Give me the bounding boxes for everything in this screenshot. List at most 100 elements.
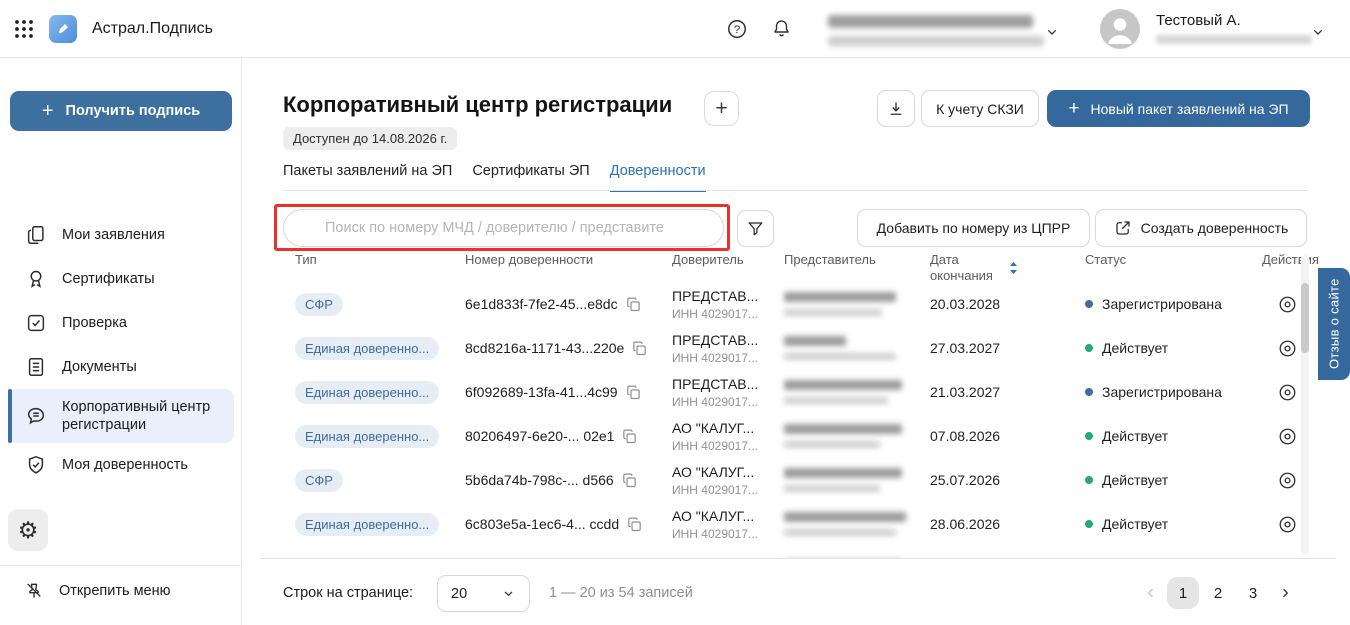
representative-inn-redacted bbox=[784, 397, 888, 404]
principal-name: АО "КАЛУГ... bbox=[672, 464, 784, 480]
documents-copy-icon bbox=[25, 224, 47, 246]
add-center-button[interactable]: + bbox=[704, 91, 739, 126]
status-dot bbox=[1085, 300, 1093, 308]
user-email-redacted bbox=[1156, 35, 1312, 44]
app-title: Астрал.Подпись bbox=[92, 20, 213, 38]
tab-powers-of-attorney[interactable]: Доверенности bbox=[610, 163, 706, 192]
copy-icon[interactable] bbox=[631, 340, 648, 357]
col-end-date[interactable]: Дата окончания bbox=[930, 252, 1085, 283]
status-dot bbox=[1085, 432, 1093, 440]
tabs: Пакеты заявлений на ЭП Сертификаты ЭП До… bbox=[283, 163, 706, 192]
poa-number: 5b6da74b-798c-... d566 bbox=[465, 472, 614, 488]
principal-inn: ИНН 4029017... bbox=[672, 439, 784, 453]
notifications-bell-icon[interactable] bbox=[771, 18, 792, 39]
status-cell: Действует bbox=[1085, 472, 1262, 488]
table-row[interactable]: Единая доверенно... 8cd8216a-1171-43...2… bbox=[283, 326, 1308, 370]
end-date: 20.03.2028 bbox=[930, 296, 1085, 312]
status-dot bbox=[1085, 520, 1093, 528]
settings-gear-icon[interactable]: ⚙ bbox=[8, 509, 48, 551]
get-signature-button[interactable]: + Получить подпись bbox=[10, 91, 232, 131]
apps-grid-icon[interactable] bbox=[14, 19, 34, 39]
copy-icon[interactable] bbox=[626, 516, 643, 533]
page-button-1[interactable]: 1 bbox=[1167, 577, 1199, 609]
col-principal: Доверитель bbox=[672, 252, 784, 268]
table-row[interactable]: СФР 6e1d833f-7fe2-45...e8dc ПРЕДСТАВ... … bbox=[283, 282, 1308, 326]
poa-number: 8cd8216a-1171-43...220e bbox=[465, 340, 624, 356]
representative-inn-redacted bbox=[784, 353, 896, 360]
pagination: 1 2 3 bbox=[1138, 577, 1298, 609]
unpin-menu-button[interactable]: Открепить меню bbox=[24, 581, 170, 601]
poa-number: 6e1d833f-7fe2-45...e8dc bbox=[465, 296, 618, 312]
new-package-button[interactable]: + Новый пакет заявлений на ЭП bbox=[1047, 90, 1310, 127]
user-avatar[interactable] bbox=[1100, 9, 1140, 49]
view-eye-icon[interactable] bbox=[1277, 382, 1298, 403]
search-input[interactable] bbox=[283, 209, 724, 247]
next-page-icon[interactable] bbox=[1272, 577, 1298, 609]
copy-icon[interactable] bbox=[625, 296, 642, 313]
type-badge: Единая доверенно... bbox=[295, 337, 439, 360]
sidebar-item-my-power-of-attorney[interactable]: Моя доверенность bbox=[8, 443, 234, 487]
view-eye-icon[interactable] bbox=[1277, 470, 1298, 491]
col-status: Статус bbox=[1085, 252, 1262, 268]
representative-inn-redacted bbox=[784, 529, 896, 536]
view-eye-icon[interactable] bbox=[1277, 514, 1298, 535]
view-eye-icon[interactable] bbox=[1277, 426, 1298, 447]
download-icon bbox=[887, 100, 905, 118]
table-body: СФР 6e1d833f-7fe2-45...e8dc ПРЕДСТАВ... … bbox=[283, 282, 1308, 558]
sidebar-item-verification[interactable]: Проверка bbox=[8, 301, 234, 345]
tab-certificates[interactable]: Сертификаты ЭП bbox=[472, 163, 589, 192]
type-badge: Единая доверенно... bbox=[295, 425, 439, 448]
table-row[interactable]: Единая доверенно... 6c803e5a-1ec6-4... c… bbox=[283, 502, 1308, 546]
table-row[interactable]: Единая доверенно... 6f092689-13fa-41...4… bbox=[283, 370, 1308, 414]
tab-packages[interactable]: Пакеты заявлений на ЭП bbox=[283, 163, 452, 192]
view-eye-icon[interactable] bbox=[1277, 294, 1298, 315]
status-cell: Действует bbox=[1085, 340, 1262, 356]
type-badge: Единая доверенно... bbox=[295, 381, 439, 404]
user-chevron-down-icon[interactable] bbox=[1310, 24, 1326, 40]
status-cell: Действует bbox=[1085, 516, 1262, 532]
check-square-icon bbox=[25, 312, 47, 334]
rows-per-page-label: Строк на странице: bbox=[283, 585, 413, 601]
site-feedback-tab[interactable]: Отзыв о сайте bbox=[1318, 268, 1350, 380]
status-cell: Действует bbox=[1085, 428, 1262, 444]
col-representative: Представитель bbox=[784, 252, 930, 268]
status-label: Зарегистрирована bbox=[1102, 384, 1222, 400]
sidebar: + Получить подпись Мои заявления Сертифи… bbox=[0, 58, 242, 625]
page-button-2[interactable]: 2 bbox=[1202, 577, 1234, 609]
sidebar-item-documents[interactable]: Документы bbox=[8, 345, 234, 389]
tabs-divider bbox=[283, 190, 1308, 191]
help-icon[interactable]: ? bbox=[726, 18, 748, 40]
representative-name-redacted bbox=[784, 292, 896, 302]
download-button[interactable] bbox=[877, 90, 915, 127]
filter-button[interactable] bbox=[737, 210, 774, 247]
prev-page-icon[interactable] bbox=[1138, 577, 1164, 609]
principal-inn: ИНН 4029017... bbox=[672, 527, 784, 541]
type-badge: СФР bbox=[295, 469, 343, 492]
end-date: 27.03.2027 bbox=[930, 340, 1085, 356]
company-name-redacted[interactable] bbox=[828, 15, 1044, 46]
copy-icon[interactable] bbox=[621, 428, 638, 445]
principal-inn: ИНН 4029017... bbox=[672, 483, 784, 497]
external-link-icon bbox=[1114, 219, 1132, 237]
table-row[interactable]: АО "КАЛУГ... bbox=[283, 546, 1308, 558]
add-by-cprr-button[interactable]: Добавить по номеру из ЦПРР bbox=[857, 209, 1090, 247]
copy-icon[interactable] bbox=[625, 384, 642, 401]
plus-icon: + bbox=[1068, 98, 1079, 120]
table-row[interactable]: СФР 5b6da74b-798c-... d566 АО "КАЛУГ... … bbox=[283, 458, 1308, 502]
chat-bubble-icon bbox=[25, 405, 47, 427]
sidebar-item-corporate-registration-center[interactable]: Корпоративный центр регистрации bbox=[8, 389, 234, 443]
company-chevron-down-icon[interactable] bbox=[1044, 24, 1060, 40]
sidebar-item-certificates[interactable]: Сертификаты bbox=[8, 257, 234, 301]
table-scrollbar-thumb[interactable] bbox=[1301, 283, 1309, 353]
poa-table: Тип Номер доверенности Доверитель Предст… bbox=[283, 252, 1308, 558]
sidebar-item-my-applications[interactable]: Мои заявления bbox=[8, 213, 234, 257]
page-button-3[interactable]: 3 bbox=[1237, 577, 1269, 609]
copy-icon[interactable] bbox=[621, 472, 638, 489]
sort-arrows-icon[interactable] bbox=[1009, 261, 1018, 275]
principal-name: ПРЕДСТАВ... bbox=[672, 376, 784, 392]
table-row[interactable]: Единая доверенно... 80206497-6e20-... 02… bbox=[283, 414, 1308, 458]
skzi-button[interactable]: К учету СКЗИ bbox=[921, 90, 1039, 127]
rows-per-page-select[interactable]: 20 bbox=[437, 575, 530, 612]
view-eye-icon[interactable] bbox=[1277, 338, 1298, 359]
create-poa-button[interactable]: Создать доверенность bbox=[1095, 209, 1307, 247]
